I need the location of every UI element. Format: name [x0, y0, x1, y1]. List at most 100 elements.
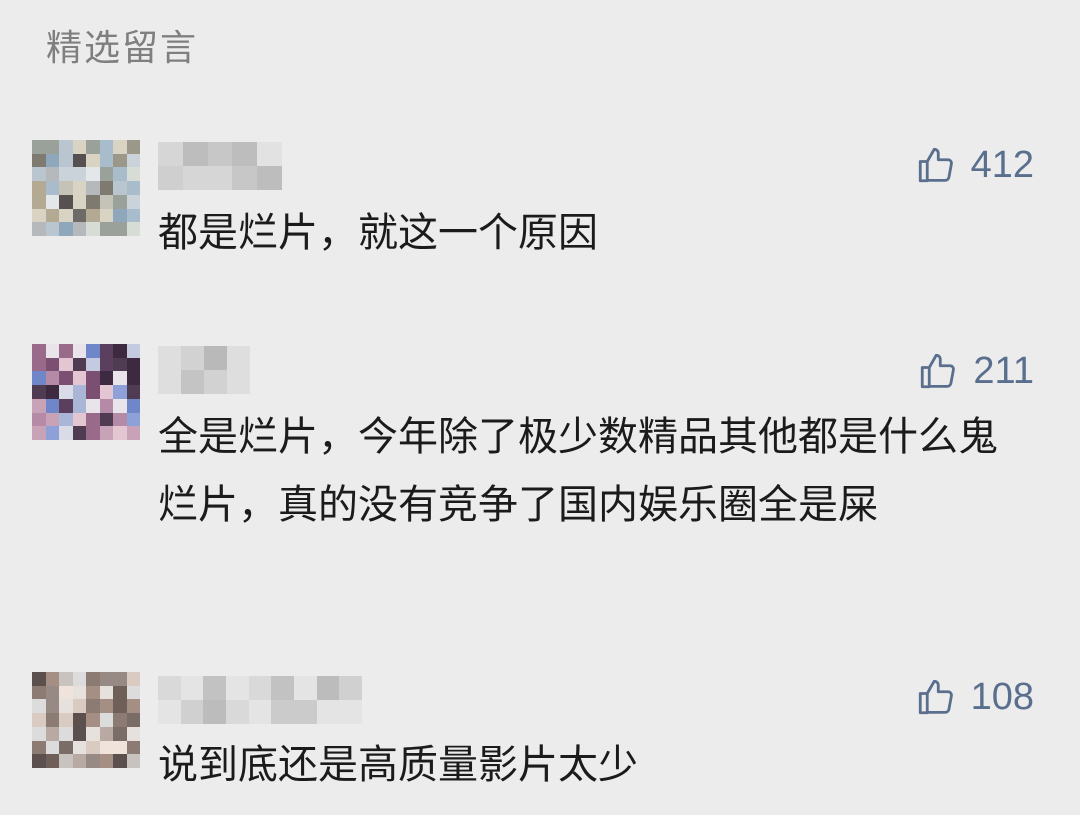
mosaic-cell: [203, 676, 226, 700]
mosaic-cell: [72, 699, 86, 714]
mosaic-cell: [126, 222, 140, 236]
mosaic-cell: [182, 142, 208, 166]
mosaic-cell: [32, 726, 46, 741]
mosaic-cell: [59, 371, 73, 386]
mosaic-cell: [59, 740, 73, 755]
mosaic-cell: [86, 167, 100, 182]
mosaic-cell: [72, 726, 86, 741]
mosaic-cell: [32, 153, 46, 168]
like-count: 108: [970, 676, 1034, 718]
mosaic-cell: [72, 371, 86, 386]
mosaic-cell: [126, 140, 140, 154]
mosaic-cell: [59, 140, 73, 154]
mosaic-cell: [72, 740, 86, 755]
mosaic-cell: [339, 676, 362, 700]
mosaic-cell: [59, 672, 73, 686]
mosaic-cell: [59, 726, 73, 741]
mosaic-cell: [86, 726, 100, 741]
mosaic-cell: [126, 371, 140, 386]
mosaic-cell: [72, 672, 86, 686]
mosaic-cell: [45, 385, 59, 399]
like-button[interactable]: 108: [915, 676, 1034, 718]
mosaic-cell: [126, 385, 140, 399]
mosaic-cell: [32, 181, 46, 195]
mosaic-cell: [45, 181, 59, 195]
avatar[interactable]: [32, 344, 140, 440]
mosaic-cell: [99, 208, 113, 223]
mosaic-cell: [72, 194, 86, 209]
mosaic-cell: [158, 676, 181, 700]
nickname-blurred[interactable]: [158, 346, 250, 394]
mosaic-cell: [204, 370, 227, 394]
mosaic-cell: [99, 426, 113, 440]
mosaic-cell: [99, 140, 113, 154]
mosaic-cell: [86, 385, 100, 399]
mosaic-cell: [32, 426, 46, 440]
mosaic-cell: [99, 713, 113, 727]
mosaic-cell: [32, 713, 46, 727]
mosaic-cell: [182, 166, 208, 190]
like-count: 412: [970, 144, 1034, 186]
mosaic-cell: [86, 371, 100, 386]
mosaic-cell: [45, 167, 59, 182]
mosaic-cell: [113, 713, 127, 727]
avatar[interactable]: [32, 672, 140, 768]
mosaic-cell: [72, 208, 86, 223]
mosaic-cell: [248, 676, 272, 700]
mosaic-cell: [158, 346, 181, 370]
mosaic-cell: [113, 153, 127, 168]
mosaic-cell: [32, 685, 46, 700]
mosaic-cell: [203, 700, 226, 724]
mosaic-cell: [158, 142, 183, 166]
mosaic-cell: [113, 181, 127, 195]
mosaic-cell: [32, 167, 46, 182]
mosaic-cell: [113, 699, 127, 714]
mosaic-cell: [86, 398, 100, 413]
mosaic-cell: [72, 357, 86, 372]
like-button[interactable]: 211: [917, 350, 1034, 392]
mosaic-cell: [45, 222, 59, 236]
mosaic-cell: [32, 371, 46, 386]
mosaic-cell: [72, 385, 86, 399]
mosaic-cell: [232, 142, 258, 166]
mosaic-cell: [45, 699, 59, 714]
mosaic-cell: [32, 357, 46, 372]
mosaic-cell: [59, 754, 73, 768]
mosaic-cell: [180, 676, 204, 700]
mosaic-cell: [45, 740, 59, 755]
mosaic-cell: [126, 344, 140, 358]
mosaic-cell: [113, 685, 127, 700]
mosaic-cell: [86, 194, 100, 209]
mosaic-cell: [113, 371, 127, 386]
mosaic-cell: [32, 754, 46, 768]
mosaic-cell: [126, 726, 140, 741]
mosaic-cell: [293, 676, 317, 700]
mosaic-cell: [339, 700, 362, 724]
mosaic-cell: [180, 700, 204, 724]
mosaic-cell: [225, 676, 249, 700]
mosaic-cell: [126, 740, 140, 755]
mosaic-cell: [32, 740, 46, 755]
mosaic-cell: [113, 357, 127, 372]
avatar[interactable]: [32, 140, 140, 236]
mosaic-cell: [113, 740, 127, 755]
mosaic-cell: [113, 426, 127, 440]
mosaic-cell: [99, 740, 113, 755]
like-count: 211: [973, 350, 1034, 392]
comment-text: 说到底还是高质量影片太少: [158, 742, 638, 788]
thumbs-up-icon: [918, 679, 953, 715]
mosaic-cell: [86, 153, 100, 168]
mosaic-cell: [45, 398, 59, 413]
mosaic-cell: [126, 412, 140, 427]
mosaic-cell: [45, 726, 59, 741]
mosaic-cell: [86, 357, 100, 372]
mosaic-cell: [32, 672, 46, 686]
nickname-blurred[interactable]: [158, 676, 362, 724]
nickname-blurred[interactable]: [158, 142, 282, 190]
section-title: 精选留言: [46, 28, 199, 69]
mosaic-cell: [126, 398, 140, 413]
mosaic-cell: [113, 194, 127, 209]
mosaic-cell: [59, 153, 73, 168]
mosaic-cell: [99, 385, 113, 399]
like-button[interactable]: 412: [915, 144, 1034, 186]
